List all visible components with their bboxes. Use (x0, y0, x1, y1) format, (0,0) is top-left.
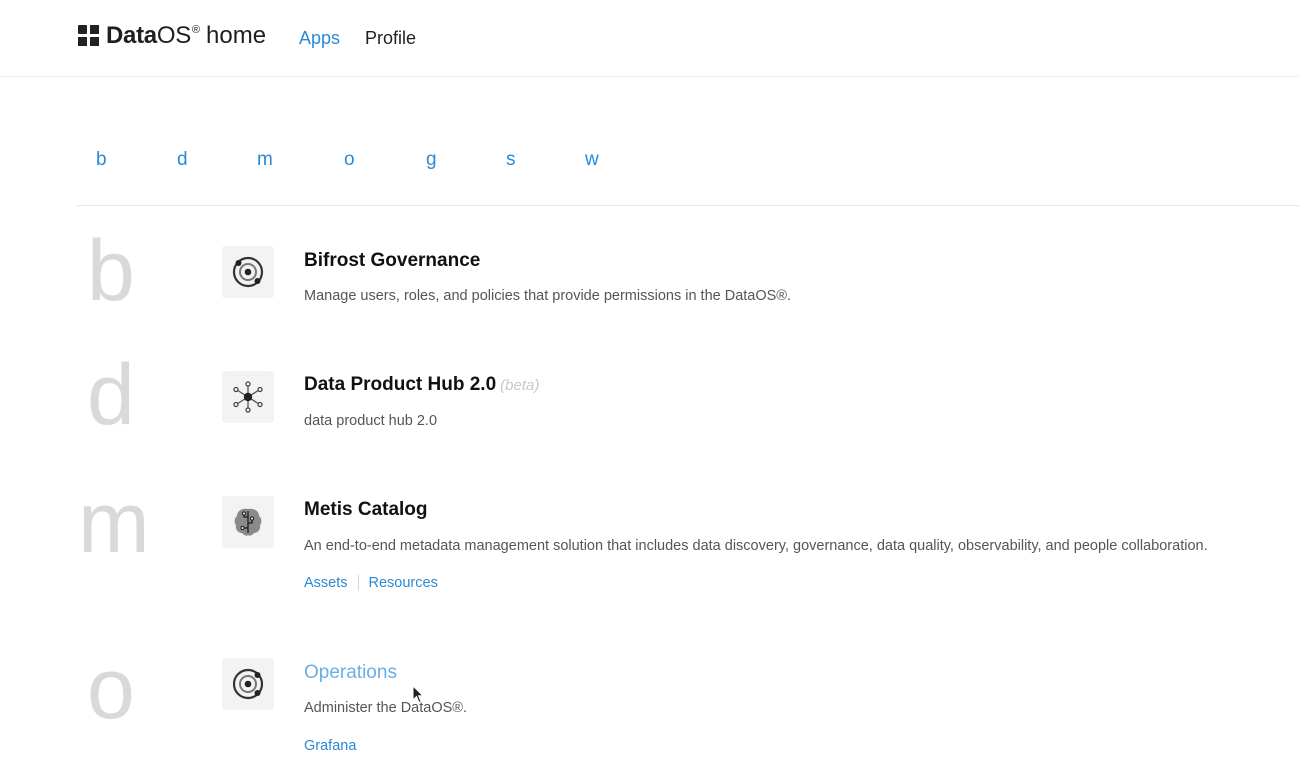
alphabet-link-s[interactable]: s (506, 149, 516, 171)
nav-profile[interactable]: Profile (365, 28, 416, 48)
alphabet-link-o[interactable]: o (344, 149, 355, 171)
orbit-target-icon (232, 668, 264, 700)
brand-logo[interactable]: DataOS ® home (78, 22, 266, 50)
group-letter-d: d (87, 347, 135, 443)
app-icon-bifrost[interactable] (222, 246, 274, 298)
app-icon-operations[interactable] (222, 658, 274, 710)
beta-badge: (beta) (500, 377, 540, 394)
network-hub-icon (233, 381, 263, 413)
top-navigation-bar: DataOS ® home Apps Profile (0, 0, 1299, 77)
app-description-metis-catalog: An end-to-end metadata management soluti… (304, 538, 1208, 554)
alphabet-link-g[interactable]: g (426, 149, 437, 171)
app-title-data-product-hub[interactable]: Data Product Hub 2.0 (beta) (304, 374, 539, 397)
group-letter-b: b (87, 223, 135, 319)
main-nav: Apps Profile (299, 28, 416, 48)
app-links-operations: Grafana (304, 737, 356, 755)
metis-resources-link[interactable]: Resources (369, 574, 438, 592)
alphabet-link-w[interactable]: w (585, 149, 599, 171)
section-divider (77, 205, 1299, 206)
brand-home-label: home (206, 22, 267, 49)
app-description-data-product-hub: data product hub 2.0 (304, 413, 438, 429)
app-icon-metis-catalog[interactable] (222, 496, 274, 548)
mouse-cursor-icon (412, 685, 424, 704)
app-icon-data-product-hub[interactable] (222, 371, 274, 423)
group-letter-o: o (87, 641, 135, 737)
orbit-target-icon (232, 256, 264, 288)
operations-grafana-link[interactable]: Grafana (304, 737, 356, 755)
nav-apps[interactable]: Apps (299, 28, 340, 48)
brain-circuit-icon (234, 508, 262, 536)
alphabet-link-b[interactable]: b (96, 149, 107, 171)
app-links-metis-catalog: Assets Resources (304, 574, 438, 592)
dataos-logo-icon (78, 25, 99, 46)
app-title-metis-catalog[interactable]: Metis Catalog (304, 499, 428, 521)
group-letter-m: m (78, 475, 150, 571)
brand-registered-mark: ® (191, 24, 201, 36)
app-description-bifrost: Manage users, roles, and policies that p… (304, 288, 792, 304)
link-separator (357, 575, 359, 591)
brand-name: DataOS (106, 22, 191, 49)
app-title-bifrost-governance[interactable]: Bifrost Governance (304, 250, 480, 272)
alphabet-link-m[interactable]: m (257, 149, 273, 171)
metis-assets-link[interactable]: Assets (304, 574, 348, 592)
app-description-operations: Administer the DataOS®. (304, 700, 467, 716)
app-title-operations[interactable]: Operations (304, 662, 397, 684)
alphabet-link-d[interactable]: d (177, 149, 188, 171)
app-title-text: Data Product Hub 2.0 (304, 374, 497, 395)
